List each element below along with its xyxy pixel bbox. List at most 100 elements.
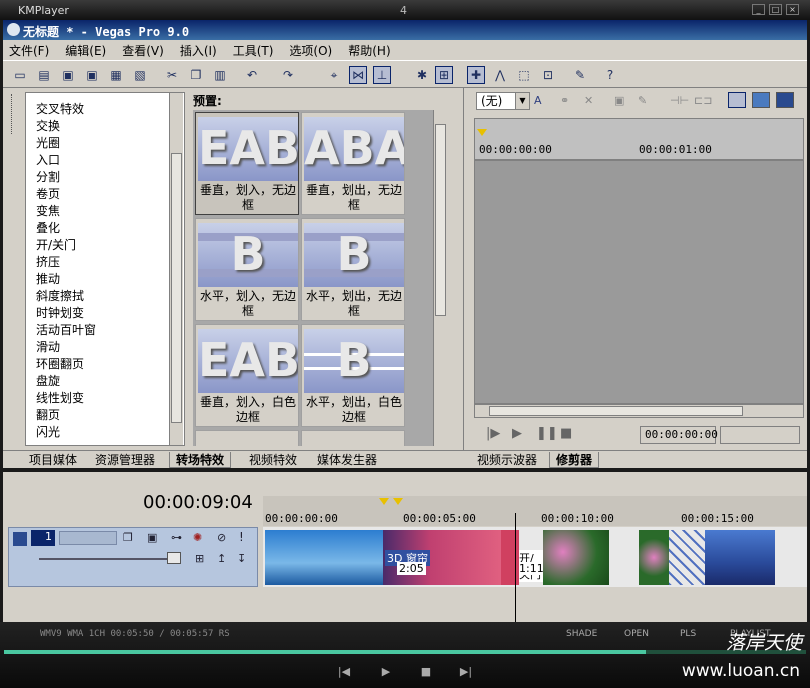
loop-end-icon[interactable] bbox=[393, 498, 403, 505]
video-clip[interactable] bbox=[543, 530, 609, 585]
list-item[interactable]: 光圈 bbox=[26, 135, 184, 152]
menu-insert[interactable]: 插入(I) bbox=[180, 42, 217, 59]
track-header[interactable]: 1 ❐ ▣ ⊶ ✺ ⊘ ! ⊞ ↥ ↧ bbox=[8, 527, 258, 587]
filmstrip-icon[interactable] bbox=[776, 92, 794, 108]
link-icon[interactable]: ⚭ bbox=[560, 94, 569, 107]
tab-transitions[interactable]: 转场特效 bbox=[169, 452, 232, 468]
trim-icon[interactable]: ⊏⊐ bbox=[694, 94, 712, 107]
list-item[interactable]: 翻页 bbox=[26, 407, 184, 424]
chevron-down-icon[interactable]: ▼ bbox=[515, 93, 529, 109]
track-name-field[interactable] bbox=[59, 531, 117, 545]
list-item[interactable]: 卷页 bbox=[26, 186, 184, 203]
video-clip[interactable] bbox=[265, 530, 383, 585]
transition-region[interactable] bbox=[609, 530, 639, 585]
tab-media-generators[interactable]: 媒体发生器 bbox=[311, 452, 383, 468]
brush-icon[interactable]: ✎ bbox=[571, 66, 589, 84]
lock-envelopes-icon[interactable]: ⊞ bbox=[435, 66, 453, 84]
menu-file[interactable]: 文件(F) bbox=[9, 42, 49, 59]
preset-thumbnail[interactable]: ABA 垂直，划出，无边框 bbox=[301, 112, 405, 215]
list-item[interactable]: 分割 bbox=[26, 169, 184, 186]
help-cursor-icon[interactable]: ? bbox=[601, 66, 619, 84]
list-item-selected[interactable]: 开/关门 bbox=[26, 237, 184, 254]
list-item[interactable]: 斜度擦拭 bbox=[26, 288, 184, 305]
composite-icon[interactable]: ❐ bbox=[123, 531, 133, 544]
stop-icon[interactable]: ■ bbox=[416, 663, 436, 681]
cut-icon[interactable]: ✂ bbox=[163, 66, 181, 84]
loop-start-icon[interactable] bbox=[379, 498, 389, 505]
list-item[interactable]: 环圈翻页 bbox=[26, 356, 184, 373]
tab-video-fx[interactable]: 视频特效 bbox=[243, 452, 303, 468]
list-scrollbar[interactable] bbox=[169, 93, 183, 445]
transition-region[interactable] bbox=[775, 530, 807, 585]
render-icon[interactable]: ▦ bbox=[107, 66, 125, 84]
level-slider[interactable] bbox=[39, 558, 179, 560]
video-clip[interactable] bbox=[639, 530, 669, 585]
close-icon[interactable]: ✕ bbox=[584, 94, 593, 107]
list-item[interactable]: 推动 bbox=[26, 271, 184, 288]
list-item[interactable]: 活动百叶窗 bbox=[26, 322, 184, 339]
dock-grip[interactable] bbox=[11, 94, 15, 134]
fx-icon[interactable]: ✺ bbox=[193, 531, 202, 544]
tab-trimmer[interactable]: 修剪器 bbox=[549, 452, 600, 468]
list-item[interactable]: 闪光 bbox=[26, 424, 184, 441]
video-clip[interactable] bbox=[705, 530, 775, 585]
presets-scrollbar[interactable] bbox=[433, 110, 447, 446]
menu-tools[interactable]: 工具(T) bbox=[233, 42, 274, 59]
selection-tool-icon[interactable]: ⬚ bbox=[515, 66, 533, 84]
play-icon[interactable]: ▶ bbox=[376, 663, 396, 681]
transition-region[interactable]: 开/关门 1:11 bbox=[519, 530, 543, 585]
list-item[interactable]: 入口 bbox=[26, 152, 184, 169]
list-item[interactable]: 线性划变 bbox=[26, 390, 184, 407]
list-item[interactable]: 滑动 bbox=[26, 339, 184, 356]
list-item[interactable]: 盘旋 bbox=[26, 373, 184, 390]
menu-options[interactable]: 选项(O) bbox=[289, 42, 332, 59]
pause-icon[interactable]: ❚❚ bbox=[536, 426, 558, 441]
track-expand-icon[interactable] bbox=[13, 532, 27, 546]
envelope-tool-icon[interactable]: ⋀ bbox=[491, 66, 509, 84]
preset-thumbnail[interactable] bbox=[195, 430, 299, 446]
play-icon[interactable]: ▶ bbox=[512, 426, 522, 441]
minimize-button[interactable]: _ bbox=[752, 4, 765, 15]
properties-icon[interactable]: ▧ bbox=[131, 66, 149, 84]
transition-region[interactable] bbox=[669, 530, 705, 585]
cursor-icon[interactable]: ⌖ bbox=[325, 66, 343, 84]
trimmer-view[interactable] bbox=[474, 160, 804, 404]
playhead[interactable] bbox=[515, 513, 516, 623]
preset-thumbnail[interactable]: B 水平，划入，无边框 bbox=[195, 218, 299, 321]
preset-thumbnail[interactable]: B 水平，划出，白色边框 bbox=[301, 324, 405, 427]
preset-thumbnail[interactable]: EAB 垂直，划入，无边框 bbox=[195, 112, 299, 215]
menu-edit[interactable]: 编辑(E) bbox=[65, 42, 106, 59]
list-item[interactable]: 交叉特效 bbox=[26, 101, 184, 118]
trimmer-ruler[interactable]: 00:00:00:00 00:00:01:00 bbox=[474, 118, 804, 160]
zoom-tool-icon[interactable]: ⊡ bbox=[539, 66, 557, 84]
preset-thumbnail[interactable]: B 水平，划出，无边框 bbox=[301, 218, 405, 321]
timeline-ruler[interactable]: 00:00:00:00 00:00:05:00 00:00:10:00 00:0… bbox=[263, 496, 807, 526]
open-icon[interactable]: ▤ bbox=[35, 66, 53, 84]
save-as-icon[interactable]: ▣ bbox=[83, 66, 101, 84]
display-icon[interactable] bbox=[752, 92, 770, 108]
level-slider-thumb[interactable] bbox=[167, 552, 181, 564]
mute-icon[interactable]: ⊘ bbox=[217, 531, 226, 544]
preset-thumbnail[interactable]: EAB 垂直，划入，白色边框 bbox=[195, 324, 299, 427]
trimmer-dropdown[interactable]: (无) ▼ bbox=[476, 92, 530, 110]
child-icon[interactable]: ↧ bbox=[237, 552, 246, 565]
pls-button[interactable]: PLS bbox=[680, 629, 696, 639]
undo-icon[interactable]: ↶ bbox=[243, 66, 261, 84]
parent-icon[interactable]: ↥ bbox=[217, 552, 226, 565]
previous-icon[interactable]: |◀ bbox=[334, 663, 354, 681]
solo-icon[interactable]: ! bbox=[239, 530, 244, 544]
text-icon[interactable]: A bbox=[534, 94, 542, 107]
compositing-icon[interactable]: ⊞ bbox=[195, 552, 204, 565]
automation-icon[interactable]: ⊶ bbox=[171, 531, 182, 544]
normal-edit-tool-icon[interactable]: ✚ bbox=[467, 66, 485, 84]
play-from-start-icon[interactable]: |▶ bbox=[486, 426, 500, 441]
motion-icon[interactable]: ▣ bbox=[147, 531, 157, 544]
tab-project-media[interactable]: 项目媒体 bbox=[23, 452, 83, 468]
list-item[interactable]: 交换 bbox=[26, 118, 184, 135]
video-track[interactable]: 3D 窗帘 2:05 开/关门 1:11 bbox=[263, 527, 807, 587]
brush-icon[interactable]: ✎ bbox=[638, 94, 647, 107]
list-item[interactable]: 时钟划变 bbox=[26, 305, 184, 322]
next-icon[interactable]: ▶| bbox=[456, 663, 476, 681]
video-clip[interactable] bbox=[501, 530, 519, 585]
list-item[interactable]: 变焦 bbox=[26, 203, 184, 220]
